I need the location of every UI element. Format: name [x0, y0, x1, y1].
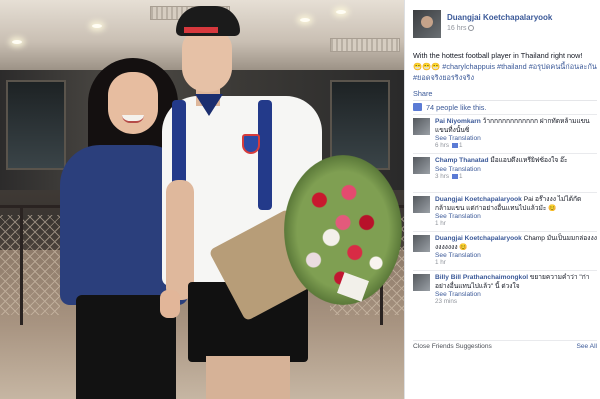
comment-like-count[interactable]: 1: [459, 142, 463, 149]
commenter-avatar[interactable]: [413, 235, 430, 252]
ceiling-light: [336, 10, 346, 14]
comment-time[interactable]: 6 hrs: [435, 142, 449, 149]
post-timestamp[interactable]: 16 hrs: [447, 25, 475, 32]
commenter-avatar[interactable]: [413, 274, 430, 291]
commenter-name-link[interactable]: Billy Bill Prathanchaimongkol: [435, 274, 528, 281]
like-summary: 74 people like this.: [413, 100, 597, 113]
photo-window: [6, 80, 66, 170]
suggestions-title: Close Friends Suggestions: [413, 343, 492, 350]
commenter-name-link[interactable]: Pai Niyomkarn: [435, 118, 481, 125]
woman-hand: [160, 290, 180, 318]
comment-body: Champ Thanatad มือแอบดึงเเหรียิฟซ้องใจ อ…: [435, 157, 597, 166]
thumbs-up-icon: [413, 103, 422, 111]
ceiling-light: [92, 24, 102, 28]
comment-time[interactable]: 3 hrs: [435, 173, 449, 180]
comment-text: มือแอบดึงเเหรียิฟซ้องใจ อ๊ะ: [490, 157, 568, 164]
ceiling-vent: [330, 38, 400, 52]
commenter-name-link[interactable]: Duangjai Koetchapalaryook: [435, 235, 522, 242]
comment-item: Pai Niyomkarn ว้ากกกกกกกกกกกก ฝากทัดหล้า…: [413, 114, 597, 153]
comment-item: Duangjai Koetchapalaryook Pai อร๊างงง ไม…: [413, 192, 597, 231]
comment-meta: 6 hrs 1: [435, 142, 597, 149]
author-avatar[interactable]: [413, 10, 441, 38]
post-author: Duangjai Koetchapalaryook 16 hrs: [413, 10, 597, 40]
commenter-avatar[interactable]: [413, 118, 430, 135]
close-friends-suggestions: Close Friends Suggestions See All: [413, 340, 597, 352]
caption-emojis: 😁😁😁: [413, 62, 441, 71]
photo-railing-post: [20, 205, 23, 325]
commenter-avatar[interactable]: [413, 157, 430, 174]
caption-text: With the hottest football player in Thai…: [413, 51, 583, 60]
comment-body: Billy Bill Prathanchaimongkol ขยายความคำ…: [435, 274, 597, 291]
caption-hashtags[interactable]: #charylchappuis #thailand #อรุปดคนนี้ก่อ…: [413, 62, 597, 82]
comment-list: Pai Niyomkarn ว้ากกกกกกกกกกกก ฝากทัดหล้า…: [413, 114, 597, 309]
ceiling-light: [300, 18, 310, 22]
see-all-link[interactable]: See All: [576, 343, 597, 350]
man-legs: [206, 356, 290, 399]
comment-meta: 23 mins: [435, 298, 597, 305]
comment-item: Champ Thanatad มือแอบดึงเเหรียิฟซ้องใจ อ…: [413, 153, 597, 192]
see-translation-link[interactable]: See Translation: [435, 291, 597, 298]
comment-meta: 1 hr: [435, 220, 597, 227]
woman-face: [108, 72, 158, 134]
see-translation-link[interactable]: See Translation: [435, 213, 597, 220]
comment-time[interactable]: 23 mins: [435, 298, 457, 305]
comment-item: Billy Bill Prathanchaimongkol ขยายความคำ…: [413, 270, 597, 309]
like-icon: [452, 143, 458, 148]
comment-body: Duangjai Koetchapalaryook Pai อร๊างงง ไม…: [435, 196, 597, 213]
globe-icon: [468, 25, 475, 31]
like-icon: [452, 173, 458, 179]
see-translation-link[interactable]: See Translation: [435, 252, 597, 259]
post-sidebar: Duangjai Koetchapalaryook 16 hrs With th…: [404, 0, 600, 399]
comment-time[interactable]: 1 hr: [435, 220, 446, 227]
comment-time[interactable]: 1 hr: [435, 259, 446, 266]
comment-meta: 3 hrs 1: [435, 173, 597, 180]
post-photo[interactable]: [0, 0, 404, 399]
share-link[interactable]: Share: [413, 89, 432, 98]
likes-count-link[interactable]: 74 people like this.: [426, 103, 486, 112]
ceiling-light: [12, 40, 22, 44]
comment-body: Pai Niyomkarn ว้ากกกกกกกกกกกก ฝากทัดหล้า…: [435, 118, 597, 135]
man-cap-band: [184, 27, 218, 33]
photo-lattice: [0, 215, 60, 315]
post-time-text: 16 hrs: [447, 25, 467, 32]
man-face: [182, 30, 232, 92]
post-caption: With the hottest football player in Thai…: [413, 50, 597, 83]
backpack-strap: [258, 100, 272, 210]
see-translation-link[interactable]: See Translation: [435, 166, 597, 173]
commenter-name-link[interactable]: Duangjai Koetchapalaryook: [435, 196, 522, 203]
author-name-link[interactable]: Duangjai Koetchapalaryook: [447, 13, 552, 22]
comment-item: Duangjai Koetchapalaryook Champ มันเป็นม…: [413, 231, 597, 270]
comment-meta: 1 hr: [435, 259, 597, 266]
commenter-avatar[interactable]: [413, 196, 430, 213]
comment-like-count[interactable]: 1: [459, 173, 463, 180]
commenter-name-link[interactable]: Champ Thanatad: [435, 157, 489, 164]
comment-body: Duangjai Koetchapalaryook Champ มันเป็นม…: [435, 235, 597, 252]
thailand-crest-badge: [242, 134, 260, 154]
see-translation-link[interactable]: See Translation: [435, 135, 597, 142]
